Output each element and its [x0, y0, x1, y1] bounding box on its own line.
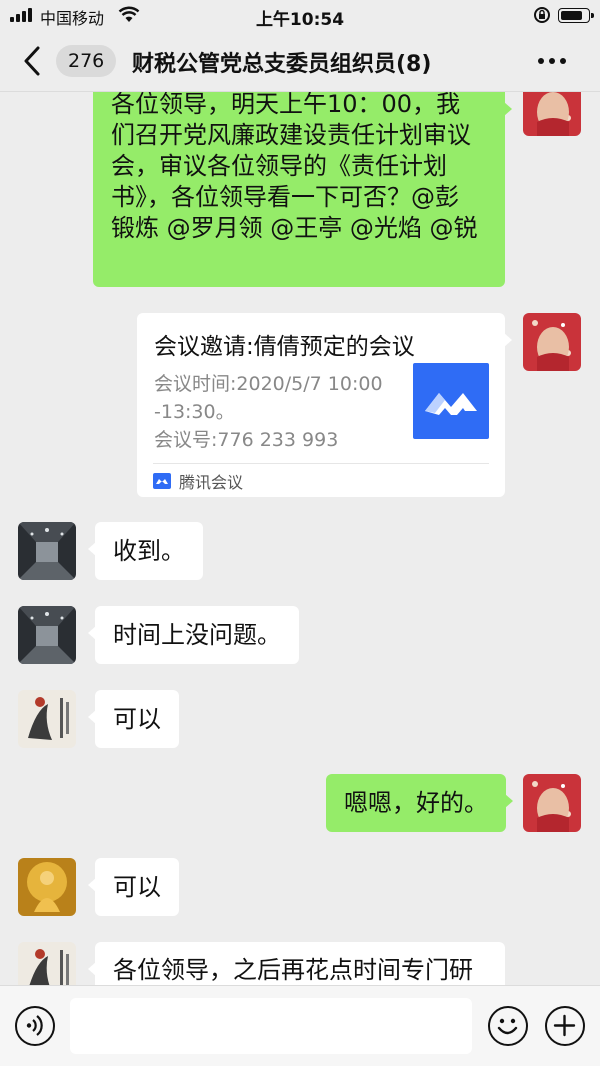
- message-line: 会，审议各位领导的《责任计划: [111, 152, 447, 180]
- rotation-lock-icon: [534, 7, 550, 23]
- message-text: 可以: [113, 705, 161, 733]
- back-icon[interactable]: [18, 44, 48, 78]
- avatar-golden-buddha-photo[interactable]: [18, 858, 76, 916]
- chat-title: 财税公管党总支委员组织员(8): [132, 52, 432, 77]
- message-line: 锻炼 @罗月领 @王亭 @光焰 @锐: [111, 214, 478, 242]
- message-input[interactable]: [70, 998, 472, 1054]
- message-text: 时间上没问题。: [113, 621, 281, 649]
- divider: [153, 463, 489, 464]
- message-bubble[interactable]: 收到。: [88, 522, 203, 580]
- avatar-calligraphy-painting[interactable]: [18, 942, 76, 985]
- message-line: 们召开党风廉政建设责任计划审议: [111, 121, 471, 149]
- unread-count-badge[interactable]: 276: [56, 45, 117, 77]
- meeting-card-desc-line: -13:30。: [154, 401, 235, 423]
- meeting-card-desc-line: 会议号:776 233 993: [154, 429, 339, 451]
- avatar-woman-face-photo[interactable]: [523, 774, 581, 832]
- avatar-corridor-photo[interactable]: [18, 606, 76, 664]
- card-source: 腾讯会议: [153, 469, 243, 493]
- emoji-icon[interactable]: [488, 1006, 528, 1046]
- clock: 上午10:54: [255, 10, 345, 30]
- input-bar: [0, 985, 600, 1066]
- meeting-card-title: 会议邀请:倩倩预定的会议: [154, 334, 415, 360]
- message-text: 可以: [113, 873, 161, 901]
- avatar-corridor-photo[interactable]: [18, 522, 76, 580]
- message-bubble[interactable]: 可以: [88, 858, 179, 916]
- avatar-calligraphy-painting[interactable]: [18, 690, 76, 748]
- avatar-woman-face-photo[interactable]: [523, 92, 581, 136]
- card-source-label: 腾讯会议: [179, 473, 244, 492]
- more-functions-plus-icon[interactable]: [545, 1006, 585, 1046]
- message-text: 嗯嗯，好的。: [344, 789, 488, 817]
- meeting-card-description: 会议时间:2020/5/7 10:00 -13:30。 会议号:776 233 …: [154, 370, 404, 454]
- message-list[interactable]: 各位领导，明天上午10：00，我 们召开党风廉政建设责任计划审议 会，审议各位领…: [0, 92, 600, 985]
- avatar-woman-face-photo[interactable]: [523, 313, 581, 371]
- tencent-meeting-logo: [413, 363, 489, 439]
- chat-header: 276 财税公管党总支委员组织员(8): [0, 30, 600, 92]
- tencent-meeting-icon: [153, 473, 171, 489]
- message-bubble[interactable]: 可以: [88, 690, 179, 748]
- message-bubble[interactable]: 时间上没问题。: [88, 606, 299, 664]
- more-options-icon[interactable]: [532, 50, 572, 70]
- meeting-card-desc-line: 会议时间:2020/5/7 10:00: [154, 373, 383, 395]
- meeting-invite-card[interactable]: 会议邀请:倩倩预定的会议 会议时间:2020/5/7 10:00 -13:30。…: [137, 313, 512, 497]
- battery-icon: [558, 8, 594, 23]
- message-line: 各位领导，明天上午10：00，我: [111, 92, 461, 118]
- voice-input-icon[interactable]: [15, 1006, 55, 1046]
- message-line: 书》，各位领导看一下可否？@彭: [111, 183, 459, 211]
- status-bar: 中国移动 上午10:54: [0, 0, 600, 30]
- message-text: 各位领导，之后再花点时间专门研: [113, 956, 473, 984]
- message-bubble-own[interactable]: 嗯嗯，好的。: [326, 774, 513, 832]
- message-bubble-own[interactable]: 各位领导，明天上午10：00，我 们召开党风廉政建设责任计划审议 会，审议各位领…: [93, 92, 512, 287]
- message-text: 收到。: [113, 537, 185, 565]
- message-bubble[interactable]: 各位领导，之后再花点时间专门研: [88, 942, 505, 985]
